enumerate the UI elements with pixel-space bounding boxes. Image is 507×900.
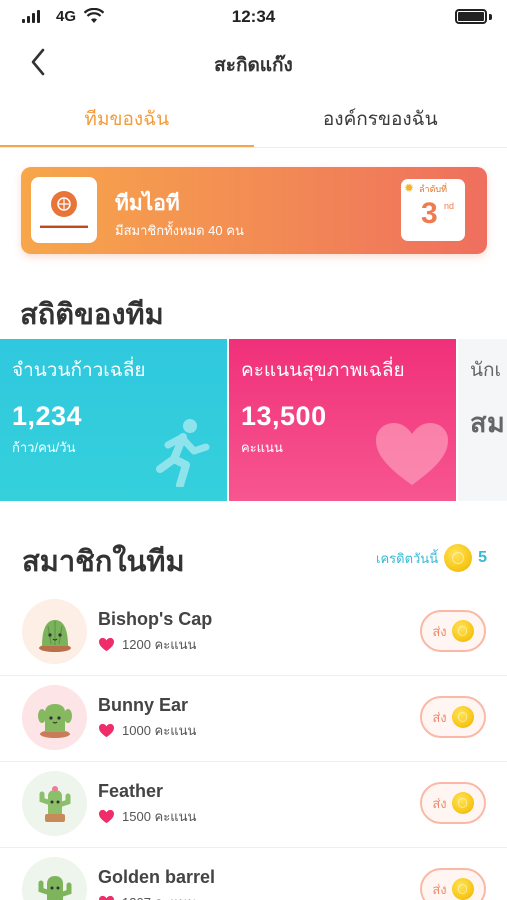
stat-label: จำนวนก้าวเฉลี่ย bbox=[12, 360, 146, 381]
tab-my-organization[interactable]: องค์กรของฉัน bbox=[254, 96, 507, 148]
member-score-text: 1000 คะแนน bbox=[122, 723, 197, 738]
coin-icon bbox=[451, 706, 474, 728]
coin-icon bbox=[444, 544, 473, 572]
rank-suffix: nd bbox=[444, 201, 455, 211]
team-rank-card: ✹ ลำดับที่ 3 nd bbox=[401, 179, 465, 241]
organization-logo-icon bbox=[51, 190, 77, 217]
stat-unit: คะแนน bbox=[241, 440, 283, 455]
stat-value: สม bbox=[470, 408, 506, 438]
heart-icon bbox=[99, 809, 114, 824]
running-person-icon bbox=[156, 419, 210, 487]
heart-icon bbox=[99, 637, 114, 652]
cactus-icon bbox=[38, 875, 71, 900]
member-row[interactable]: Feather 1500 คะแนน ส่ง bbox=[0, 762, 507, 848]
page-title: สะกิดแก๊ง bbox=[214, 55, 293, 76]
team-stats-carousel[interactable]: จำนวนก้าวเฉลี่ย 1,234 ก้าว/คน/วัน คะแนนส… bbox=[0, 339, 507, 501]
member-name: Golden barrel bbox=[98, 867, 216, 887]
member-name: Bishop's Cap bbox=[98, 609, 213, 629]
tab-bar: ทีมของฉัน องค์กรของฉัน bbox=[0, 96, 507, 148]
member-score-text: 1500 คะแนน bbox=[122, 809, 197, 824]
team-name: ทีมไอที bbox=[115, 192, 180, 215]
send-label: ส่ง bbox=[432, 709, 447, 725]
member-score: 1200 คะแนน bbox=[98, 634, 196, 655]
team-banner[interactable]: ▬▬▬▬▬▬ ทีมไอที มีสมาชิกทั้งหมด 40 คน ✹ ล… bbox=[21, 167, 487, 254]
avatar bbox=[22, 771, 87, 836]
member-score-text: 1200 คะแนน bbox=[122, 637, 197, 652]
stat-card-average-steps[interactable]: จำนวนก้าวเฉลี่ย 1,234 ก้าว/คน/วัน bbox=[0, 339, 227, 501]
cactus-icon bbox=[37, 703, 72, 738]
member-row[interactable]: Golden barrel 1207 คะแนน ส่ง bbox=[0, 848, 507, 900]
heart-icon bbox=[99, 895, 114, 900]
avatar bbox=[22, 857, 87, 900]
member-row[interactable]: Bunny Ear 1000 คะแนน ส่ง bbox=[0, 676, 507, 762]
team-stats-title: สถิติของทีม bbox=[20, 299, 164, 331]
cactus-icon bbox=[39, 785, 70, 822]
send-label: ส่ง bbox=[432, 795, 447, 811]
daily-credit: เครดิตวันนี้ 5 bbox=[376, 544, 487, 572]
send-credit-button[interactable]: ส่ง bbox=[420, 782, 486, 824]
organization-logo-lettering: ▬▬▬▬▬▬ bbox=[40, 220, 88, 230]
credit-count: 5 bbox=[478, 549, 487, 566]
stat-card-partial[interactable]: นักเ สม bbox=[458, 339, 507, 501]
battery-icon bbox=[455, 9, 487, 24]
team-logo: ▬▬▬▬▬▬ bbox=[31, 177, 97, 243]
stat-value: 1,234 bbox=[12, 401, 83, 431]
avatar bbox=[22, 685, 87, 750]
heart-icon bbox=[99, 723, 114, 738]
stat-label: คะแนนสุขภาพเฉลี่ย bbox=[241, 360, 405, 381]
team-member-count: มีสมาชิกทั้งหมด 40 คน bbox=[115, 223, 244, 238]
member-row[interactable]: Bishop's Cap 1200 คะแนน ส่ง bbox=[0, 590, 507, 676]
header: สะกิดแก๊ง bbox=[0, 38, 507, 86]
member-score: 1000 คะแนน bbox=[98, 720, 196, 741]
send-credit-button[interactable]: ส่ง bbox=[420, 696, 486, 738]
member-score-text: 1207 คะแนน bbox=[122, 892, 196, 900]
status-time: 12:34 bbox=[231, 7, 276, 26]
send-credit-button[interactable]: ส่ง bbox=[420, 868, 486, 900]
tabs-divider bbox=[0, 147, 507, 148]
stat-card-average-health-score[interactable]: คะแนนสุขภาพเฉลี่ย 13,500 คะแนน bbox=[229, 339, 456, 501]
cactus-icon bbox=[38, 619, 71, 652]
rank-label: ลำดับที่ bbox=[419, 184, 448, 194]
sun-icon: ✹ bbox=[404, 181, 415, 195]
credit-label: เครดิตวันนี้ bbox=[376, 550, 439, 566]
coin-icon bbox=[451, 878, 474, 900]
send-credit-button[interactable]: ส่ง bbox=[420, 610, 486, 652]
coin-icon bbox=[451, 620, 474, 642]
member-score: 1500 คะแนน bbox=[98, 806, 196, 827]
stat-unit: ก้าว/คน/วัน bbox=[12, 440, 76, 455]
status-bar: 4G 12:34 bbox=[0, 0, 507, 34]
tab-my-team[interactable]: ทีมของฉัน bbox=[0, 96, 254, 148]
heart-icon bbox=[376, 423, 448, 485]
member-name: Feather bbox=[98, 781, 164, 801]
coin-icon bbox=[451, 792, 474, 814]
stat-label: นักเ bbox=[470, 360, 501, 381]
send-label: ส่ง bbox=[432, 623, 447, 639]
member-name: Bunny Ear bbox=[98, 695, 189, 715]
stat-value: 13,500 bbox=[241, 401, 327, 431]
members-title: สมาชิกในทีม bbox=[22, 546, 185, 578]
rank-number: 3 bbox=[421, 197, 438, 230]
member-score: 1207 คะแนน bbox=[98, 892, 196, 900]
avatar bbox=[22, 599, 87, 664]
send-label: ส่ง bbox=[432, 881, 447, 897]
